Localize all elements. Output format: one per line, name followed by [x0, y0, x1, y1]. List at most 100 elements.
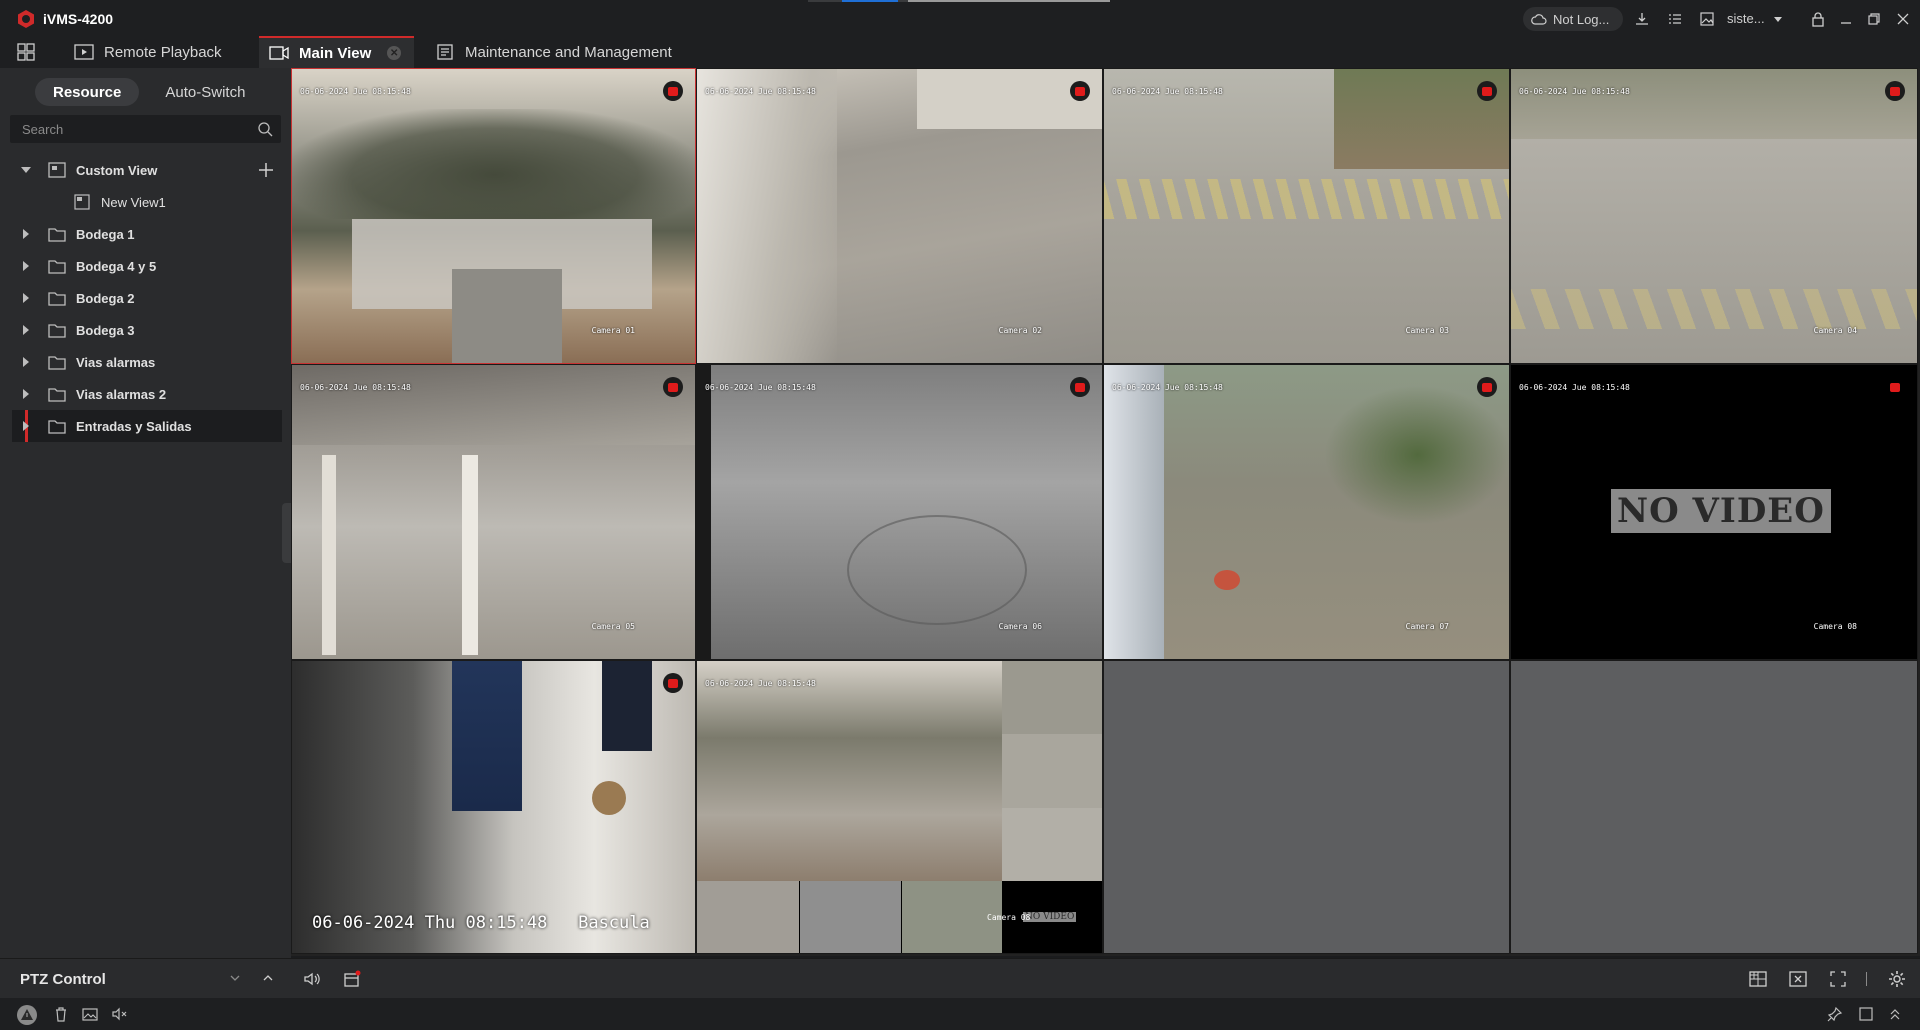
hikvision-logo-icon	[18, 10, 34, 28]
user-menu[interactable]: siste...	[1727, 11, 1765, 26]
settings-gear-icon[interactable]	[1887, 969, 1907, 989]
view-icon	[74, 194, 90, 210]
close-tab-icon[interactable]: ✕	[387, 46, 402, 60]
search-input[interactable]	[10, 121, 250, 137]
recording-icon[interactable]	[1885, 81, 1905, 101]
recording-icon[interactable]	[1070, 81, 1090, 101]
tree-node-label: Vias alarmas 2	[76, 387, 167, 402]
video-window-7[interactable]: 06-06-2024 Jue 08:15:48 Camera 07	[1103, 364, 1510, 660]
view-switch: Resource Auto-Switch	[35, 78, 263, 106]
ptz-control-panel[interactable]: PTZ Control	[0, 958, 291, 998]
resource-sidebar: Resource Auto-Switch Custom View New Vie…	[0, 68, 291, 958]
recording-icon[interactable]	[1070, 377, 1090, 397]
empty-video-window[interactable]	[1510, 660, 1918, 954]
tree-node-label: New View1	[101, 195, 166, 210]
loading-indicator	[808, 0, 1110, 2]
expand-right-icon[interactable]	[21, 421, 31, 431]
osd-timestamp: 06-06-2024 Jue 08:15:48	[300, 383, 411, 392]
tree-node-new-view1[interactable]: New View1	[0, 186, 291, 218]
osd-timestamp: 06-06-2024 Jue 08:15:48	[705, 383, 816, 392]
pin-icon[interactable]	[1826, 1005, 1844, 1023]
window-division-icon[interactable]	[1748, 969, 1768, 989]
video-window-2[interactable]: 06-06-2024 Jue 08:15:48 Camera 02	[696, 68, 1103, 364]
cloud-login-button[interactable]: Not Log...	[1523, 7, 1623, 31]
tree-node-bodega-1[interactable]: Bodega 1	[0, 218, 291, 250]
search-icon[interactable]	[257, 121, 273, 137]
alarm-warning-icon[interactable]	[16, 1004, 38, 1026]
video-window-1[interactable]: 06-06-2024 Jue 08:15:48 Camera 01	[291, 68, 696, 364]
search-box	[10, 115, 281, 143]
tree-node-entradas-y-salidas[interactable]: Entradas y Salidas	[12, 410, 282, 442]
window-icon[interactable]	[1857, 1005, 1875, 1023]
sidebar-collapse-handle[interactable]	[282, 503, 291, 563]
tree-node-vias-alarmas[interactable]: Vias alarmas	[0, 346, 291, 378]
minimize-icon[interactable]	[1836, 9, 1856, 29]
task-list-icon[interactable]	[1665, 9, 1685, 29]
recording-icon[interactable]	[1885, 377, 1905, 397]
folder-icon	[48, 228, 66, 242]
osd-timestamp: 06-06-2024 Jue 08:15:48	[300, 87, 411, 96]
video-window-4[interactable]: 06-06-2024 Jue 08:15:48 Camera 04	[1510, 68, 1918, 364]
folder-icon	[48, 260, 66, 274]
recording-icon[interactable]	[663, 673, 683, 693]
recording-icon[interactable]	[1477, 81, 1497, 101]
tree-node-bodega-3[interactable]: Bodega 3	[0, 314, 291, 346]
folder-icon	[48, 356, 66, 370]
picture-icon[interactable]	[81, 1005, 99, 1023]
tab-remote-playback[interactable]: Remote Playback	[66, 36, 230, 68]
expand-right-icon[interactable]	[21, 261, 31, 271]
expand-right-icon[interactable]	[21, 293, 31, 303]
resource-tree: Custom View New View1 Bodega 1 Bodega 4 …	[0, 154, 291, 442]
close-icon[interactable]	[1893, 9, 1913, 29]
tree-node-bodega-2[interactable]: Bodega 2	[0, 282, 291, 314]
delete-icon[interactable]	[52, 1005, 70, 1023]
video-window-6[interactable]: 06-06-2024 Jue 08:15:48 Camera 06	[696, 364, 1103, 660]
osd-timestamp: 06-06-2024 Jue 08:15:48	[1112, 87, 1223, 96]
tab-main-view[interactable]: Main View ✕	[259, 36, 414, 68]
tree-node-custom-view[interactable]: Custom View	[0, 154, 291, 186]
stop-all-icon[interactable]	[1788, 969, 1808, 989]
video-window-9[interactable]: 06-06-2024 Thu 08:15:48 Bascula	[291, 660, 696, 954]
recording-icon[interactable]	[663, 81, 683, 101]
record-all-icon[interactable]	[342, 969, 362, 989]
tree-node-label: Bodega 1	[76, 227, 135, 242]
osd-camera-name: Camera 01	[591, 326, 635, 335]
add-view-icon[interactable]	[257, 161, 275, 179]
cloud-icon	[1531, 14, 1547, 25]
resource-tab[interactable]: Resource	[35, 78, 140, 106]
chevron-down-icon[interactable]	[1768, 9, 1788, 29]
module-grid-icon[interactable]	[16, 42, 36, 62]
chevron-up-icon[interactable]	[261, 971, 275, 985]
video-window-10[interactable]: 06-06-2024 Jue 08:15:48 NO VIDEO Camera …	[696, 660, 1103, 954]
expand-right-icon[interactable]	[21, 357, 31, 367]
osd-timestamp: 06-06-2024 Jue 08:15:48	[705, 679, 816, 688]
mute-icon[interactable]	[111, 1005, 129, 1023]
expand-down-icon[interactable]	[21, 165, 31, 175]
folder-icon	[48, 388, 66, 402]
restore-icon[interactable]	[1864, 9, 1884, 29]
tree-node-vias-alarmas-2[interactable]: Vias alarmas 2	[0, 378, 291, 410]
recording-icon[interactable]	[1477, 377, 1497, 397]
video-window-3[interactable]: 06-06-2024 Jue 08:15:48 Camera 03	[1103, 68, 1510, 364]
expand-right-icon[interactable]	[21, 389, 31, 399]
tree-node-bodega-4-y-5[interactable]: Bodega 4 y 5	[0, 250, 291, 282]
empty-video-window[interactable]	[1103, 660, 1510, 954]
toolbar-divider	[1866, 972, 1867, 986]
recording-icon[interactable]	[663, 377, 683, 397]
expand-right-icon[interactable]	[21, 229, 31, 239]
lock-icon[interactable]	[1808, 9, 1828, 29]
custom-view-icon	[48, 162, 66, 178]
fullscreen-icon[interactable]	[1828, 969, 1848, 989]
download-icon[interactable]	[1632, 9, 1652, 29]
chevron-down-icon[interactable]	[228, 971, 242, 985]
video-window-5[interactable]: 06-06-2024 Jue 08:15:48 Camera 05	[291, 364, 696, 660]
audio-icon[interactable]	[302, 969, 322, 989]
video-window-8[interactable]: 06-06-2024 Jue 08:15:48 NO VIDEO Camera …	[1510, 364, 1918, 660]
double-chevron-up-icon[interactable]	[1886, 1005, 1904, 1023]
no-video-label: NO VIDEO	[1611, 489, 1831, 533]
image-gallery-icon[interactable]	[1697, 9, 1717, 29]
auto-switch-tab[interactable]: Auto-Switch	[147, 78, 263, 106]
cloud-status-text: Not Log...	[1553, 11, 1610, 27]
tab-maintenance[interactable]: Maintenance and Management	[427, 36, 680, 68]
expand-right-icon[interactable]	[21, 325, 31, 335]
